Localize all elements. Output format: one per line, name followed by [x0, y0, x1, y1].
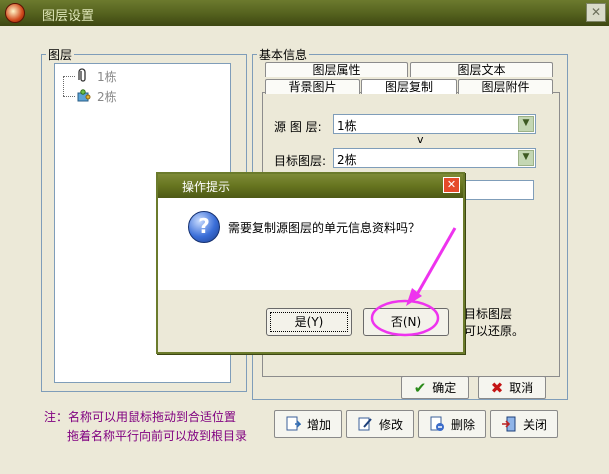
tree-connector [63, 96, 75, 97]
tree-connector [63, 76, 64, 96]
tree-item-label: 1栋 [97, 69, 117, 84]
tab-layer-properties[interactable]: 图层属性 [265, 62, 408, 77]
cross-icon: ✖ [490, 378, 504, 397]
tab-layer-copy[interactable]: 图层复制 [361, 79, 457, 94]
exit-door-icon [501, 416, 517, 432]
tree-item-label: 2栋 [97, 89, 117, 104]
target-layer-select[interactable]: 2栋 ▼ [333, 148, 536, 168]
question-icon: ? [188, 211, 220, 243]
note-line1: 注：名称可以用鼠标拖动到合适位置 [44, 410, 237, 424]
tab-layer-text[interactable]: 图层文本 [410, 62, 553, 77]
tree-connector [63, 76, 75, 77]
confirm-dialog: 操作提示 ✕ ? 需要复制源图层的单元信息资料吗？ 是(Y) 否(N) [156, 172, 465, 354]
dialog-title-bar: 操作提示 ✕ [158, 174, 463, 198]
add-doc-icon [285, 416, 302, 432]
add-button[interactable]: 增加 [274, 410, 342, 438]
add-label: 增加 [306, 417, 331, 432]
edit-button[interactable]: 修改 [346, 410, 414, 438]
tree-item[interactable]: 1栋 [75, 68, 117, 84]
note-line2: 拖着名称平行向前可以放到根目录 [67, 429, 248, 443]
edit-label: 修改 [378, 417, 403, 432]
source-layer-value: 1栋 [337, 119, 357, 133]
layer-group-legend: 图层 [48, 48, 73, 62]
tab-background-image[interactable]: 背景图片 [265, 79, 360, 94]
yes-button[interactable]: 是(Y) [266, 308, 352, 336]
copy-direction-arrow: v [417, 133, 424, 146]
ok-button[interactable]: ✔ 确定 [401, 376, 469, 399]
chevron-down-icon: ▼ [518, 116, 534, 132]
cancel-label: 取消 [509, 381, 534, 395]
window-close-button[interactable]: ✕ [586, 3, 606, 22]
checkmark-icon: ✔ [413, 378, 427, 397]
no-button[interactable]: 否(N) [363, 308, 449, 336]
target-layer-value: 2栋 [337, 153, 357, 167]
info-group-legend: 基本信息 [259, 48, 308, 62]
copy-field[interactable] [463, 180, 534, 200]
tree-item[interactable]: 2栋 [75, 88, 117, 104]
paperclip-icon [75, 68, 91, 84]
dialog-title: 操作提示 [182, 180, 231, 194]
source-layer-select[interactable]: 1栋 ▼ [333, 114, 536, 134]
edit-doc-icon [357, 416, 373, 432]
source-layer-label: 源 图 层: [274, 120, 322, 134]
hint-text-line2: 可以还原。 [464, 324, 525, 338]
target-layer-label: 目标图层: [274, 154, 327, 168]
close-button[interactable]: 关闭 [490, 410, 558, 438]
delete-button[interactable]: 删除 [418, 410, 486, 438]
cancel-button[interactable]: ✖ 取消 [478, 376, 546, 399]
window-title: 图层设置 [42, 9, 95, 24]
title-bar: 图层设置 ✕ [0, 0, 609, 26]
close-label: 关闭 [522, 417, 547, 432]
chevron-down-icon: ▼ [518, 150, 534, 166]
tab-layer-attachment[interactable]: 图层附件 [458, 79, 553, 94]
delete-doc-icon [429, 416, 445, 432]
hint-text-line1: 目标图层 [464, 307, 513, 321]
yes-label: 是(Y) [270, 312, 348, 332]
delete-label: 删除 [450, 417, 475, 432]
dialog-message: 需要复制源图层的单元信息资料吗？ [228, 221, 421, 235]
ok-label: 确定 [432, 381, 457, 395]
dialog-close-button[interactable]: ✕ [443, 177, 460, 193]
puzzle-icon [75, 88, 91, 104]
app-icon [5, 3, 25, 23]
